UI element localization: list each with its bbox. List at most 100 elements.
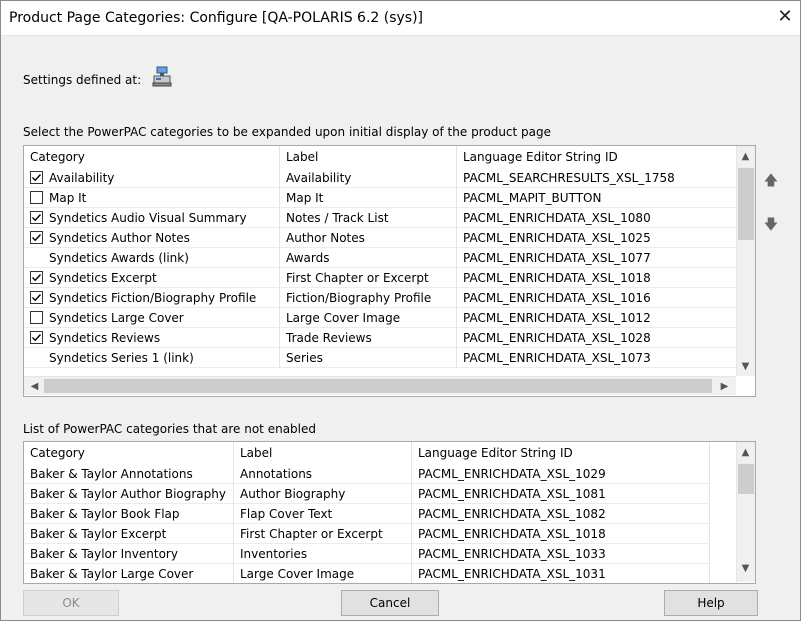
table-row[interactable]: Syndetics Audio Visual Summary Notes / Tr… — [24, 208, 736, 228]
vertical-scrollbar[interactable]: ▲ ▼ — [736, 146, 755, 376]
checkmark-icon — [32, 294, 42, 302]
move-up-arrow-icon[interactable]: 🡅 — [758, 168, 784, 194]
category-text: Syndetics Awards (link) — [49, 251, 189, 265]
string-id-cell: PACML_ENRICHDATA_XSL_1077 — [457, 248, 736, 268]
table-row[interactable]: Syndetics Reviews Trade Reviews PACML_ENRI… — [24, 328, 736, 348]
ok-button[interactable]: OK — [23, 590, 119, 616]
table-row[interactable]: Syndetics Excerpt First Chapter or Excerp… — [24, 268, 736, 288]
category-cell: Syndetics Large Cover — [24, 308, 280, 328]
enabled-categories-grid[interactable]: Category Label Language Editor String ID… — [23, 145, 756, 397]
settings-defined-label: Settings defined at: — [23, 73, 142, 87]
category-cell: Syndetics Audio Visual Summary — [24, 208, 280, 228]
label-cell: Large Cover Image — [234, 564, 412, 583]
label-cell: Author Biography — [234, 484, 412, 504]
string-id-cell: PACML_ENRICHDATA_XSL_1016 — [457, 288, 736, 308]
table-row[interactable]: Syndetics Awards (link) Awards PACML_ENRIC… — [24, 248, 736, 268]
horizontal-scrollbar[interactable]: ◀ ▶ — [24, 376, 736, 395]
cancel-button[interactable]: Cancel — [341, 590, 439, 616]
move-down-arrow-icon[interactable]: 🡇 — [758, 212, 784, 238]
category-text: Syndetics Reviews — [49, 331, 161, 345]
scroll-down-icon[interactable]: ▼ — [737, 560, 754, 577]
title-bar: Product Page Categories: Configure [QA-P… — [1, 1, 800, 36]
category-checkbox[interactable] — [30, 191, 43, 204]
category-checkbox[interactable] — [30, 291, 43, 304]
column-header-category[interactable]: Category — [24, 442, 234, 464]
category-cell: Map It — [24, 188, 280, 208]
label-cell: Map It — [280, 188, 457, 208]
category-cell: Syndetics Author Notes — [24, 228, 280, 248]
category-checkbox[interactable] — [30, 271, 43, 284]
checkmark-icon — [32, 234, 42, 242]
table-row[interactable]: Baker & Taylor Annotations Annotations PAC… — [24, 464, 736, 484]
window-title: Product Page Categories: Configure [QA-P… — [9, 10, 424, 26]
enabled-section-label: Select the PowerPAC categories to be exp… — [23, 125, 552, 139]
string-id-cell: PACML_ENRICHDATA_XSL_1082 — [412, 504, 710, 524]
string-id-cell: PACML_MAPIT_BUTTON — [457, 188, 736, 208]
string-id-cell: PACML_SEARCHRESULTS_XSL_1758 — [457, 168, 736, 188]
table-row[interactable]: Syndetics Large Cover Large Cover Image PA… — [24, 308, 736, 328]
table-row[interactable]: Baker & Taylor Author Biography Author Bi… — [24, 484, 736, 504]
label-cell: Fiction/Biography Profile — [280, 288, 457, 308]
scroll-down-icon[interactable]: ▼ — [737, 358, 754, 375]
table-row[interactable]: Map It Map It PACML_MAPIT_BUTTON — [24, 188, 736, 208]
string-id-cell: PACML_ENRICHDATA_XSL_1031 — [412, 564, 710, 583]
table-row[interactable]: Syndetics Author Notes Author Notes PACML_… — [24, 228, 736, 248]
column-header-label[interactable]: Label — [234, 442, 412, 464]
table-row[interactable]: Syndetics Fiction/Biography Profile Ficti… — [24, 288, 736, 308]
label-cell: Trade Reviews — [280, 328, 457, 348]
category-cell: Syndetics Reviews — [24, 328, 280, 348]
string-id-cell: PACML_ENRICHDATA_XSL_1029 — [412, 464, 710, 484]
checkmark-icon — [32, 334, 42, 342]
checkmark-icon — [32, 274, 42, 282]
category-cell: Baker & Taylor Annotations — [24, 464, 234, 484]
string-id-cell: PACML_ENRICHDATA_XSL_1025 — [457, 228, 736, 248]
scroll-right-icon[interactable]: ▶ — [716, 378, 733, 395]
label-cell: Annotations — [234, 464, 412, 484]
computer-system-icon — [152, 66, 172, 88]
column-header-string-id[interactable]: Language Editor String ID — [457, 146, 736, 168]
scroll-up-icon[interactable]: ▲ — [737, 148, 754, 165]
column-header-category[interactable]: Category — [24, 146, 280, 168]
category-checkbox[interactable] — [30, 311, 43, 324]
table-row[interactable]: Availability Availability PACML_SEARCHRESU… — [24, 168, 736, 188]
label-cell: Notes / Track List — [280, 208, 457, 228]
scroll-left-icon[interactable]: ◀ — [26, 378, 43, 395]
column-header-string-id[interactable]: Language Editor String ID — [412, 442, 710, 464]
scroll-thumb[interactable] — [738, 464, 754, 494]
help-button[interactable]: Help — [664, 590, 758, 616]
category-checkbox[interactable] — [30, 211, 43, 224]
scroll-up-icon[interactable]: ▲ — [737, 444, 754, 461]
category-checkbox[interactable] — [30, 231, 43, 244]
category-text: Availability — [49, 171, 115, 185]
scroll-thumb[interactable] — [738, 168, 754, 240]
table-row[interactable]: Baker & Taylor Book Flap Flap Cover Text P… — [24, 504, 736, 524]
label-cell: Inventories — [234, 544, 412, 564]
label-cell: Awards — [280, 248, 457, 268]
table-row[interactable]: Syndetics Series 1 (link) Series PACML_ENR… — [24, 348, 736, 368]
category-text: Syndetics Excerpt — [49, 271, 157, 285]
string-id-cell: PACML_ENRICHDATA_XSL_1018 — [457, 268, 736, 288]
close-icon: ✕ — [777, 6, 793, 27]
category-checkbox[interactable] — [30, 171, 43, 184]
scroll-thumb-horizontal[interactable] — [44, 379, 712, 393]
grid-header: Category Label Language Editor String ID — [24, 146, 736, 168]
category-checkbox[interactable] — [30, 331, 43, 344]
disabled-categories-grid[interactable]: Category Label Language Editor String ID… — [23, 441, 756, 584]
label-cell: Series — [280, 348, 457, 368]
column-header-label[interactable]: Label — [280, 146, 457, 168]
category-text: Syndetics Large Cover — [49, 311, 184, 325]
string-id-cell: PACML_ENRICHDATA_XSL_1033 — [412, 544, 710, 564]
vertical-scrollbar[interactable]: ▲ ▼ — [736, 442, 755, 582]
label-cell: First Chapter or Excerpt — [280, 268, 457, 288]
string-id-cell: PACML_ENRICHDATA_XSL_1028 — [457, 328, 736, 348]
category-cell: Syndetics Awards (link) — [24, 248, 280, 268]
table-row[interactable]: Baker & Taylor Large Cover Large Cover Im… — [24, 564, 736, 583]
category-cell: Baker & Taylor Book Flap — [24, 504, 234, 524]
table-row[interactable]: Baker & Taylor Inventory Inventories PACML… — [24, 544, 736, 564]
close-button[interactable]: ✕ — [772, 3, 798, 33]
category-text: Syndetics Fiction/Biography Profile — [49, 291, 257, 305]
category-cell: Syndetics Fiction/Biography Profile — [24, 288, 280, 308]
category-text: Syndetics Author Notes — [49, 231, 190, 245]
table-row[interactable]: Baker & Taylor Excerpt First Chapter or E… — [24, 524, 736, 544]
category-cell: Baker & Taylor Inventory — [24, 544, 234, 564]
